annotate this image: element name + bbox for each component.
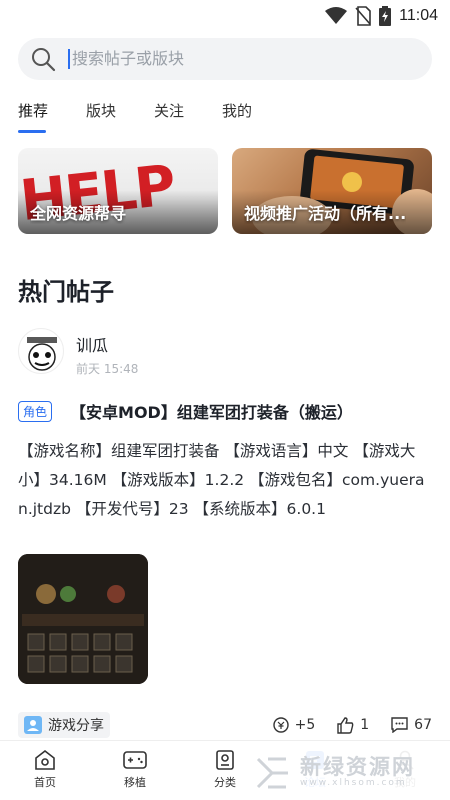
- search-bar[interactable]: 搜索帖子或版块: [18, 38, 432, 80]
- home-icon: [35, 749, 55, 770]
- avatar[interactable]: [18, 328, 64, 374]
- status-time: 11:04: [399, 7, 438, 24]
- meme-avatar-icon: [27, 337, 57, 371]
- tab-mine[interactable]: 我的: [222, 100, 252, 133]
- top-tabs: 推荐 版块 关注 我的: [18, 100, 290, 133]
- nav-label: 移植: [124, 776, 146, 789]
- search-icon: [32, 48, 56, 72]
- post-title-row: 角色 【安卓MOD】组建军团打装备（搬运）: [18, 399, 432, 423]
- tab-follow[interactable]: 关注: [154, 100, 184, 133]
- watermark-logo-icon: [256, 757, 288, 789]
- nav-port[interactable]: 移植: [90, 741, 180, 800]
- status-bar: 11:04: [0, 0, 450, 32]
- board-name: 游戏分享: [48, 718, 104, 734]
- game-screenshot-image: [18, 554, 148, 684]
- wifi-icon: [325, 7, 348, 24]
- search-input[interactable]: 搜索帖子或版块: [68, 49, 184, 69]
- board-chip[interactable]: 游戏分享: [18, 712, 110, 738]
- coin-icon: [272, 717, 289, 733]
- status-icons: 11:04: [325, 6, 438, 26]
- board-icon: [24, 716, 42, 734]
- thumbs-up-icon: [337, 716, 354, 734]
- nav-label: 分类: [214, 776, 236, 789]
- post-time: 前天 15:48: [76, 362, 139, 376]
- tab-recommend[interactable]: 推荐: [18, 100, 48, 133]
- post-tag[interactable]: 角色: [18, 400, 53, 422]
- category-icon: [216, 750, 234, 770]
- battery-icon: [379, 6, 392, 26]
- post-body: 【游戏名称】组建军团打装备 【游戏语言】中文 【游戏大小】34.16M 【游戏版…: [18, 442, 425, 518]
- banner-help[interactable]: HELP 全网资源帮寻: [18, 148, 218, 234]
- watermark-text-block: 新绿资源网 www.xlhsom.com: [290, 756, 415, 788]
- post-image[interactable]: [18, 554, 148, 684]
- no-sim-icon: [355, 6, 371, 26]
- banner-caption: 视频推广活动（所有...: [244, 204, 407, 223]
- comment-stat[interactable]: 67: [391, 717, 432, 733]
- comment-count: 67: [414, 717, 432, 733]
- comment-icon: [391, 717, 408, 733]
- reward-count: +5: [294, 717, 316, 733]
- watermark-sub: www.xlhsom.com: [300, 778, 407, 788]
- watermark-text: 新绿资源网: [300, 755, 415, 779]
- nav-home[interactable]: 首页: [0, 741, 90, 800]
- post-title[interactable]: 【安卓MOD】组建军团打装备（搬运）: [70, 399, 353, 423]
- watermark: 新绿资源网 www.xlhsom.com: [250, 748, 432, 796]
- section-title: 热门帖子: [18, 278, 114, 306]
- gamepad-icon: [123, 751, 147, 769]
- reward-stat[interactable]: +5: [272, 717, 316, 733]
- tab-boards[interactable]: 版块: [86, 100, 116, 133]
- post-stats: +5 1 67: [272, 716, 432, 734]
- author-info: 训瓜 前天 15:48: [76, 328, 138, 377]
- post-card[interactable]: 训瓜 前天 15:48 角色 【安卓MOD】组建军团打装备（搬运） 【游戏名称】…: [18, 328, 432, 684]
- nav-label: 首页: [34, 776, 56, 789]
- banner-caption: 全网资源帮寻: [30, 204, 127, 223]
- author-name[interactable]: 训瓜: [76, 332, 138, 356]
- author-row: 训瓜 前天 15:48: [18, 328, 432, 377]
- like-count: 1: [360, 717, 370, 733]
- like-stat[interactable]: 1: [337, 716, 370, 734]
- banner-video-promo[interactable]: 视频推广活动（所有...: [232, 148, 432, 234]
- post-footer: 游戏分享 +5 1 67: [18, 710, 432, 740]
